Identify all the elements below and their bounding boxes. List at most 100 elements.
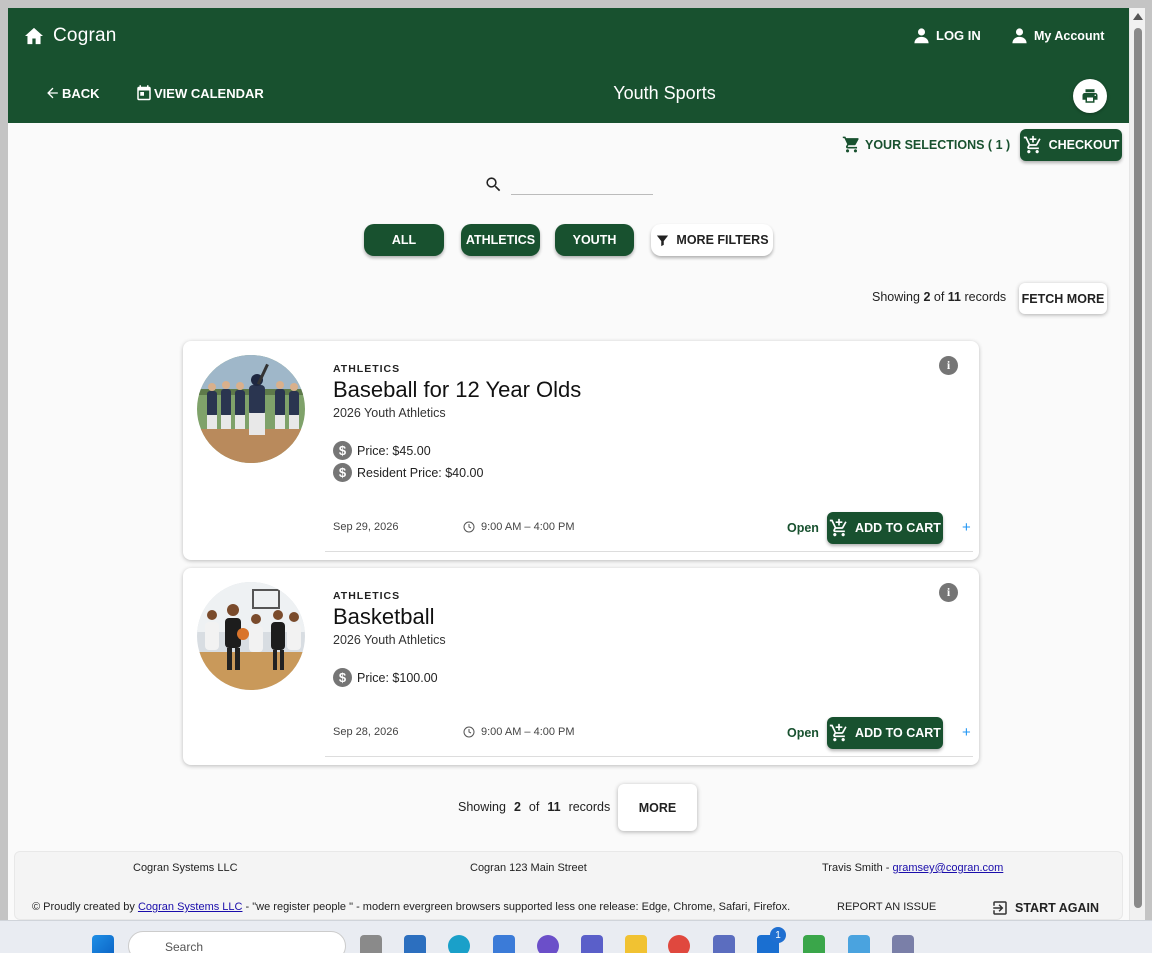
windows-start-icon[interactable]: [92, 935, 114, 953]
program-season: 2026 Youth Athletics: [333, 633, 446, 647]
report-issue-link[interactable]: REPORT AN ISSUE: [837, 901, 936, 913]
start-again-button[interactable]: START AGAIN: [991, 899, 1099, 917]
more-filters-button[interactable]: MORE FILTERS: [651, 224, 773, 256]
app-header: Cogran LOG IN My Account BACK VIEW CALEN…: [8, 8, 1129, 123]
resident-price-row: $ Resident Price: $40.00: [333, 463, 483, 482]
store-icon[interactable]: [404, 935, 426, 953]
teams-icon[interactable]: [581, 935, 603, 953]
filter-chip-all[interactable]: ALL: [364, 224, 444, 256]
resident-price-label: Resident Price: $40.00: [357, 465, 484, 480]
footer-company: Cogran Systems LLC: [133, 862, 238, 874]
your-selections-link[interactable]: YOUR SELECTIONS ( 1 ): [842, 135, 1010, 154]
records-of: of: [528, 800, 540, 814]
task-view-icon[interactable]: [360, 935, 382, 953]
vertical-scrollbar[interactable]: [1129, 8, 1145, 920]
person-icon: [1012, 28, 1027, 44]
home-icon: [25, 27, 43, 45]
expand-button[interactable]: +: [962, 519, 971, 536]
footer-contact-name: Travis Smith -: [822, 862, 893, 874]
program-name[interactable]: Basketball: [333, 604, 435, 630]
info-icon[interactable]: i: [939, 356, 958, 375]
price-label: Price: $45.00: [357, 443, 431, 458]
status-badge: Open: [787, 521, 819, 535]
records-prefix: Showing: [872, 290, 920, 304]
price-label: Price: $100.00: [357, 670, 438, 685]
add-to-cart-button[interactable]: ADD TO CART: [827, 512, 943, 544]
filter-chip-athletics[interactable]: ATHLETICS: [461, 224, 540, 256]
add-to-cart-label: ADD TO CART: [855, 521, 941, 535]
footer-credit-prefix: © Proudly created by: [32, 901, 138, 913]
cart-add-icon: [829, 518, 847, 537]
clock-icon: [463, 521, 475, 533]
records-total: 11: [547, 800, 561, 814]
start-again-label: START AGAIN: [1015, 901, 1100, 915]
program-date: Sep 28, 2026: [333, 726, 399, 738]
program-category: ATHLETICS: [333, 363, 401, 375]
add-to-cart-button[interactable]: ADD TO CART: [827, 717, 943, 749]
print-button[interactable]: [1073, 79, 1107, 113]
basketball-photo: [197, 582, 305, 690]
add-to-cart-label: ADD TO CART: [855, 726, 941, 740]
expand-button[interactable]: +: [962, 724, 971, 741]
more-button[interactable]: MORE: [618, 784, 697, 831]
os-taskbar: Search 1: [0, 920, 1152, 953]
person-icon: [914, 28, 929, 44]
program-name[interactable]: Baseball for 12 Year Olds: [333, 377, 581, 403]
card-divider: [325, 756, 973, 757]
remote-desktop-icon[interactable]: [848, 935, 870, 953]
dollar-icon: $: [333, 668, 352, 687]
my-account-link[interactable]: My Account: [1011, 27, 1104, 44]
footer-credit-suffix: - "we register people " - modern evergre…: [242, 901, 791, 913]
exit-icon: [993, 901, 1007, 915]
filter-icon: [657, 235, 669, 246]
footer-credit: © Proudly created by Cogran Systems LLC …: [32, 901, 790, 913]
status-badge: Open: [787, 726, 819, 740]
chrome-icon[interactable]: [668, 935, 690, 953]
scrollbar-thumb[interactable]: [1134, 28, 1142, 908]
more-filters-label: MORE FILTERS: [676, 233, 769, 247]
baseball-photo: [197, 355, 305, 463]
my-account-label: My Account: [1034, 28, 1105, 43]
fetch-more-button[interactable]: FETCH MORE: [1019, 283, 1107, 314]
paint-icon[interactable]: [537, 935, 559, 953]
dollar-icon: $: [333, 441, 352, 460]
price-row: $ Price: $100.00: [333, 668, 438, 687]
file-explorer-icon[interactable]: [625, 935, 647, 953]
cart-add-icon: [829, 723, 847, 742]
footer-credit-link[interactable]: Cogran Systems LLC: [138, 901, 243, 913]
records-total: 11: [947, 290, 962, 304]
home-link[interactable]: Cogran: [24, 25, 117, 47]
time-label: 9:00 AM – 4:00 PM: [481, 726, 575, 738]
info-icon[interactable]: i: [939, 583, 958, 602]
program-card: ATHLETICS Baseball for 12 Year Olds 2026…: [183, 341, 979, 560]
records-count-top: Showing 2 of 11 records: [872, 290, 1006, 304]
records-count-bottom: Showing 2 of 11 records: [458, 800, 610, 814]
program-card: ATHLETICS Basketball 2026 Youth Athletic…: [183, 568, 979, 765]
app-title: Cogran: [53, 25, 117, 46]
filter-chip-youth[interactable]: YOUTH: [555, 224, 634, 256]
checkout-button[interactable]: CHECKOUT: [1020, 129, 1122, 161]
scroll-up-arrow-icon[interactable]: [1133, 13, 1143, 20]
time-label: 9:00 AM – 4:00 PM: [481, 521, 575, 533]
clock-icon: [463, 726, 475, 738]
taskbar-search[interactable]: Search: [128, 931, 346, 953]
records-shown: 2: [513, 800, 521, 814]
app-icon[interactable]: [892, 935, 914, 953]
edge-icon[interactable]: [448, 935, 470, 953]
copilot-icon[interactable]: [493, 935, 515, 953]
your-selections-label: YOUR SELECTIONS ( 1 ): [865, 137, 1011, 152]
notepad-icon[interactable]: [713, 935, 735, 953]
footer-email-link[interactable]: gramsey@cogran.com: [893, 862, 1004, 874]
program-date: Sep 29, 2026: [333, 521, 399, 533]
page-footer: Cogran Systems LLC Cogran 123 Main Stree…: [14, 851, 1123, 920]
price-row: $ Price: $45.00: [333, 441, 431, 460]
excel-icon[interactable]: [803, 935, 825, 953]
program-time: 9:00 AM – 4:00 PM: [463, 521, 575, 533]
login-label: LOG IN: [936, 28, 981, 43]
login-link[interactable]: LOG IN: [913, 27, 981, 44]
search-input[interactable]: [511, 173, 653, 195]
records-of: of: [933, 290, 945, 304]
records-suffix: records: [568, 800, 611, 814]
records-prefix: Showing: [458, 800, 506, 814]
records-shown: 2: [923, 290, 931, 304]
